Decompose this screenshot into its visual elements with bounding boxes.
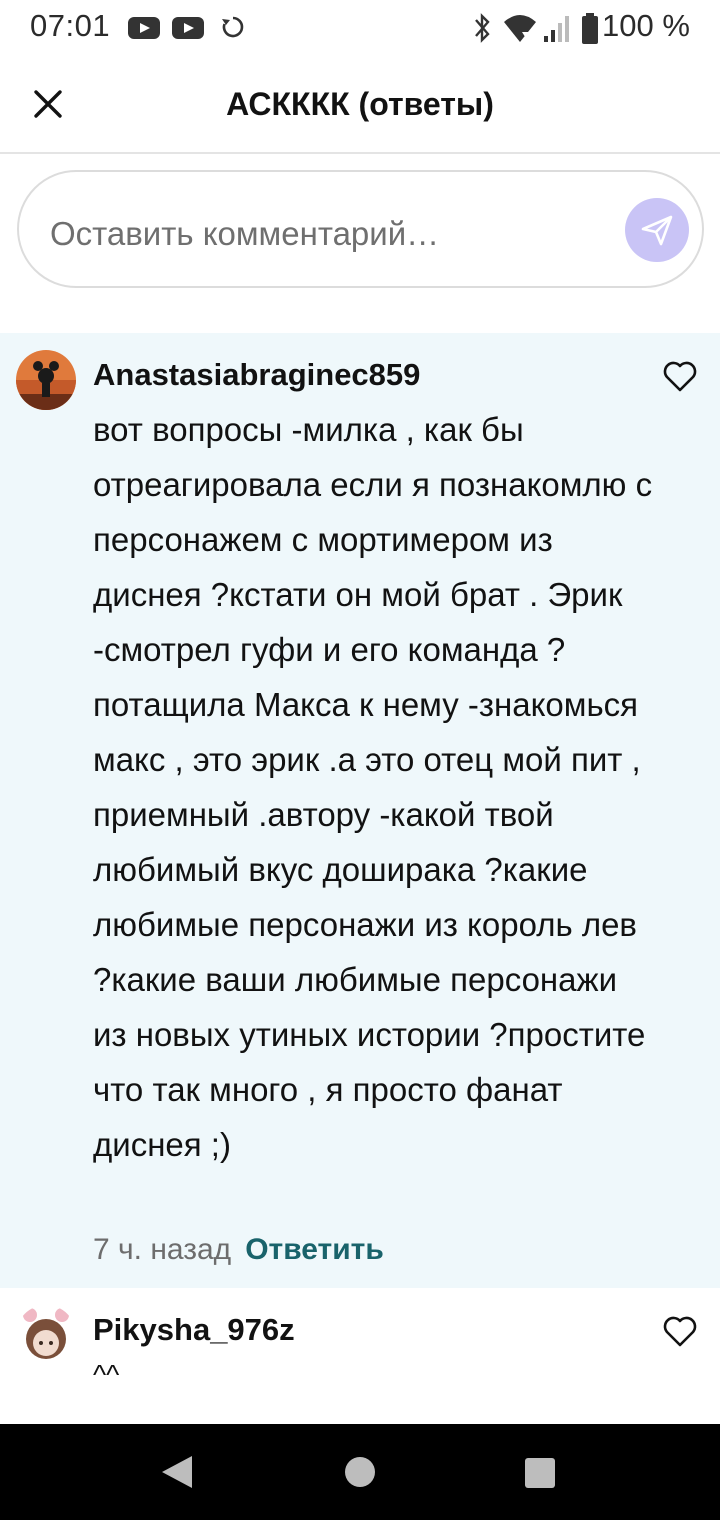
battery-percent: 100 % [602,8,690,43]
page-title: АСКККК (ответы) [226,86,494,122]
reply-button[interactable]: Ответить [245,1233,384,1266]
home-icon[interactable] [345,1457,375,1487]
comment-username[interactable]: Anastasiabraginec859 [93,357,420,393]
avatar[interactable] [16,1305,76,1365]
comment-placeholder: Оставить комментарий… [50,215,440,252]
signal-icon [544,16,569,42]
comment-item: Anastasiabraginec859 вот вопросы -милка … [0,333,720,1288]
status-bar: 07:01 100 % [0,0,720,56]
youtube-icon [172,17,204,39]
comment-item: Pikysha_976z ^^ [0,1288,720,1424]
comment-time: 7 ч. назад [93,1233,232,1266]
recents-icon[interactable] [525,1458,555,1488]
back-icon[interactable] [162,1456,192,1488]
youtube-icon [128,17,160,39]
status-time: 07:01 [30,8,111,43]
comment-text: вот вопросы -милка , как бы отреагировал… [93,411,653,1163]
battery-icon [582,13,598,44]
sync-icon [222,16,244,38]
comment-text: ^^ [93,1359,120,1390]
comment-input[interactable]: Оставить комментарий… [17,170,704,288]
send-button[interactable] [625,198,689,262]
heart-icon[interactable] [662,359,698,393]
bluetooth-icon [475,13,490,43]
app-header: АСКККК (ответы) [0,56,720,154]
avatar[interactable] [16,350,76,410]
comment-meta: 7 ч. назад Ответить [93,1233,384,1267]
heart-icon[interactable] [662,1314,698,1348]
send-icon [641,215,673,246]
comment-username[interactable]: Pikysha_976z [93,1312,295,1348]
system-nav-bar [0,1424,720,1520]
wifi-icon [504,15,536,42]
